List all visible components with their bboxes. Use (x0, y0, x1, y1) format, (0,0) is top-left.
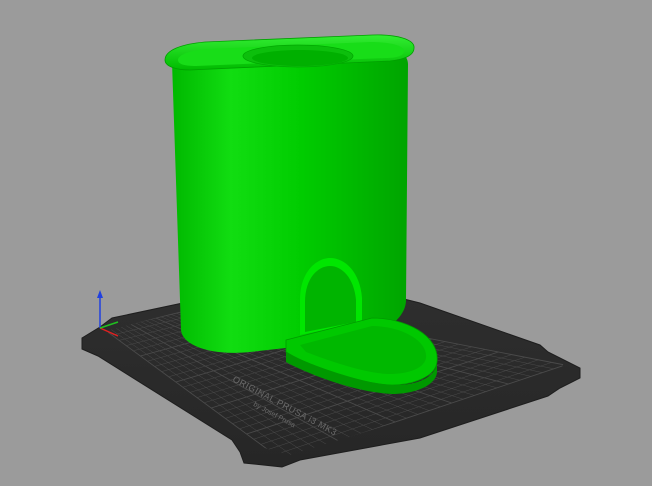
3d-viewport[interactable]: ORIGINAL PRUSA i3 MK3 by Josef Prusa (0, 0, 652, 486)
model-dispenser[interactable] (164, 34, 438, 394)
model-top-opening-inner (252, 50, 348, 66)
z-axis-arrow-icon (97, 290, 103, 298)
scene-canvas[interactable]: ORIGINAL PRUSA i3 MK3 by Josef Prusa (0, 0, 652, 486)
model-body (172, 46, 408, 353)
